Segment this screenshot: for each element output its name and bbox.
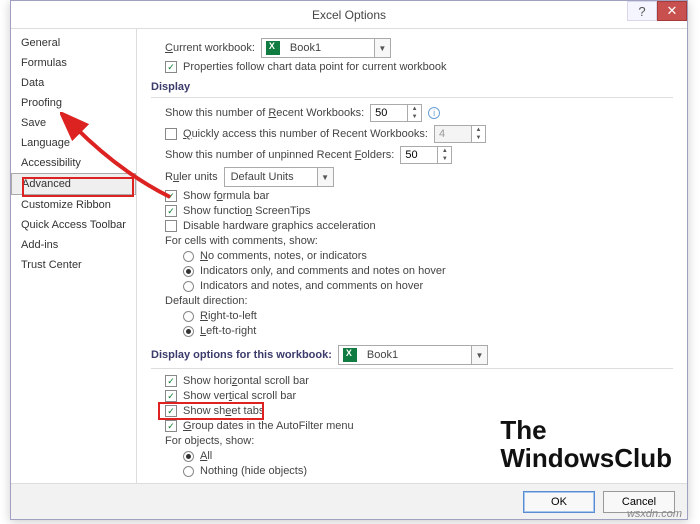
disable-hw-label: Disable hardware graphics acceleration — [183, 220, 376, 232]
disp-wb-combo[interactable]: Book1 ▼ — [338, 345, 488, 365]
category-sidebar: General Formulas Data Proofing Save Lang… — [11, 29, 137, 483]
quick-access-label: Quickly access this number of Recent Wor… — [183, 128, 428, 140]
sidebar-item-addins[interactable]: Add-ins — [11, 235, 136, 255]
quick-access-spinner: ▲▼ — [434, 125, 486, 143]
window-title: Excel Options — [11, 8, 687, 22]
ok-button[interactable]: OK — [523, 491, 595, 513]
sidebar-item-customize-ribbon[interactable]: Customize Ribbon — [11, 195, 136, 215]
comments-ind-label: Indicators only, and comments and notes … — [200, 265, 446, 277]
show-formula-checkbox[interactable] — [165, 190, 177, 202]
sidebar-item-formulas[interactable]: Formulas — [11, 53, 136, 73]
chevron-down-icon: ▼ — [317, 168, 333, 186]
recent-wb-label: Show this number of Recent Workbooks: — [165, 107, 364, 119]
obj-none-radio[interactable] — [183, 466, 194, 477]
close-button[interactable]: ✕ — [657, 1, 687, 21]
watermark-url: wsxdn.com — [627, 508, 682, 520]
vscroll-checkbox[interactable] — [165, 390, 177, 402]
help-button[interactable]: ? — [627, 1, 657, 21]
excel-icon — [343, 348, 357, 362]
dir-rtl-label: Right-to-left — [200, 310, 257, 322]
quick-access-checkbox[interactable] — [165, 128, 177, 140]
disable-hw-checkbox[interactable] — [165, 220, 177, 232]
show-tips-label: Show function ScreenTips — [183, 205, 310, 217]
sidebar-item-data[interactable]: Data — [11, 73, 136, 93]
prop-follow-checkbox[interactable] — [165, 61, 177, 73]
display-section-header: Display — [151, 81, 673, 93]
prop-follow-label: Properties follow chart data point for c… — [183, 61, 447, 73]
sidebar-item-save[interactable]: Save — [11, 113, 136, 133]
recent-wb-spinner[interactable]: ▲▼ — [370, 104, 422, 122]
dir-rtl-radio[interactable] — [183, 311, 194, 322]
options-panel: CCurrent workbook:urrent workbook: Book1… — [137, 29, 687, 483]
dir-ltr-radio[interactable] — [183, 326, 194, 337]
obj-all-label: All — [200, 450, 212, 462]
hscroll-label: Show horizontal scroll bar — [183, 375, 309, 387]
recent-folders-spinner[interactable]: ▲▼ — [400, 146, 452, 164]
sidebar-item-accessibility[interactable]: Accessibility — [11, 153, 136, 173]
group-dates-checkbox[interactable] — [165, 420, 177, 432]
dir-ltr-label: Left-to-right — [200, 325, 256, 337]
sidebar-item-quick-access[interactable]: Quick Access Toolbar — [11, 215, 136, 235]
show-tips-checkbox[interactable] — [165, 205, 177, 217]
vscroll-label: Show vertical scroll bar — [183, 390, 296, 402]
sheet-tabs-label: Show sheet tabs — [183, 405, 264, 417]
comments-indnotes-label: Indicators and notes, and comments on ho… — [200, 280, 423, 292]
excel-icon — [266, 41, 280, 55]
comments-indnotes-radio[interactable] — [183, 281, 194, 292]
dialog-footer: OK Cancel — [11, 483, 687, 519]
group-dates-label: Group dates in the AutoFilter menu — [183, 420, 354, 432]
chevron-down-icon: ▼ — [374, 39, 390, 57]
ruler-combo[interactable]: Default Units ▼ — [224, 167, 334, 187]
current-workbook-combo[interactable]: Book1 ▼ — [261, 38, 391, 58]
sidebar-item-trust-center[interactable]: Trust Center — [11, 255, 136, 275]
dir-header-label: Default direction: — [165, 295, 248, 307]
sidebar-item-general[interactable]: General — [11, 33, 136, 53]
sheet-tabs-checkbox[interactable] — [165, 405, 177, 417]
obj-all-radio[interactable] — [183, 451, 194, 462]
watermark-logo: The WindowsClub — [500, 417, 672, 472]
comments-none-radio[interactable] — [183, 251, 194, 262]
comments-none-label: No comments, notes, or indicators — [200, 250, 367, 262]
obj-none-label: Nothing (hide objects) — [200, 465, 307, 477]
show-formula-label: Show formula bar — [183, 190, 269, 202]
sidebar-item-advanced[interactable]: Advanced — [11, 173, 136, 195]
titlebar[interactable]: Excel Options ? ✕ — [11, 1, 687, 29]
info-icon[interactable]: i — [428, 107, 440, 119]
sidebar-item-language[interactable]: Language — [11, 133, 136, 153]
chevron-down-icon: ▼ — [471, 346, 487, 364]
ruler-label: Ruler units — [165, 171, 218, 183]
disp-wb-header: Display options for this workbook: — [151, 349, 332, 361]
sidebar-item-proofing[interactable]: Proofing — [11, 93, 136, 113]
recent-folders-label: Show this number of unpinned Recent Fold… — [165, 149, 394, 161]
current-workbook-label: CCurrent workbook:urrent workbook: — [165, 42, 255, 54]
hscroll-checkbox[interactable] — [165, 375, 177, 387]
objects-header-label: For objects, show: — [165, 435, 254, 447]
comments-ind-radio[interactable] — [183, 266, 194, 277]
comments-header-label: For cells with comments, show: — [165, 235, 318, 247]
